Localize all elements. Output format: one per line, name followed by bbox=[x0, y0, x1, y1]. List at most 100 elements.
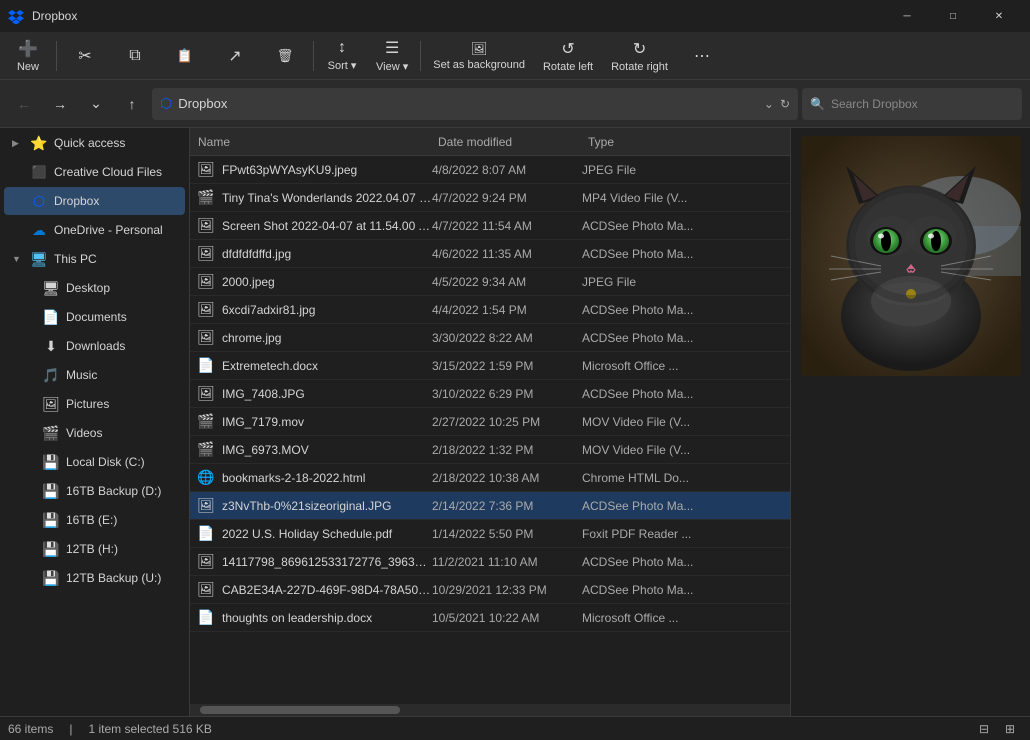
search-box[interactable]: 🔍 Search Dropbox bbox=[802, 88, 1022, 120]
forward-button[interactable]: → bbox=[44, 88, 76, 120]
sort-button[interactable]: ↕ Sort ▾ bbox=[318, 34, 366, 78]
horizontal-scrollbar[interactable] bbox=[190, 704, 790, 716]
table-row[interactable]: 🖼 dfdfdfdffd.jpg 4/6/2022 11:35 AM ACDSe… bbox=[190, 240, 790, 268]
table-row[interactable]: 🎬 Tiny Tina's Wonderlands 2022.04.07 - 2… bbox=[190, 184, 790, 212]
file-icon: 🖼 bbox=[190, 581, 222, 598]
col-header-type[interactable]: Type bbox=[580, 128, 790, 155]
col-date-label: Date modified bbox=[438, 135, 512, 149]
expand-button[interactable]: ⌄ bbox=[80, 88, 112, 120]
table-row[interactable]: 🖼 FPwt63pWYAsyKU9.jpeg 4/8/2022 8:07 AM … bbox=[190, 156, 790, 184]
details-view-button[interactable]: ⊟ bbox=[972, 719, 996, 739]
scrollbar-thumb[interactable] bbox=[200, 706, 400, 714]
table-row[interactable]: 🖼 14117798_869612533172776_39635049254..… bbox=[190, 548, 790, 576]
rotate-left-button[interactable]: ↺ Rotate left bbox=[535, 34, 601, 78]
rotright-label: Rotate right bbox=[611, 61, 668, 73]
sidebar-label-desktop: Desktop bbox=[66, 281, 177, 295]
file-name: Tiny Tina's Wonderlands 2022.04.07 - 21.… bbox=[222, 191, 432, 205]
share-button[interactable]: ↗ bbox=[211, 34, 259, 78]
sidebar-item-downloads[interactable]: ⬇ Downloads bbox=[4, 332, 185, 360]
cut-button[interactable]: ✂ bbox=[61, 34, 109, 78]
sidebar-item-music[interactable]: 🎵 Music bbox=[4, 361, 185, 389]
file-name: IMG_6973.MOV bbox=[222, 443, 432, 457]
sidebar-item-backup-d[interactable]: 💾 16TB Backup (D:) bbox=[4, 477, 185, 505]
sidebar-label-pictures: Pictures bbox=[66, 397, 177, 411]
sidebar-item-onedrive[interactable]: ☁ OneDrive - Personal bbox=[4, 216, 185, 244]
view-button[interactable]: ☰ View ▾ bbox=[368, 34, 416, 78]
table-row[interactable]: 🖼 IMG_7408.JPG 3/10/2022 6:29 PM ACDSee … bbox=[190, 380, 790, 408]
file-list: 🖼 FPwt63pWYAsyKU9.jpeg 4/8/2022 8:07 AM … bbox=[190, 156, 790, 704]
table-row[interactable]: 📄 Extremetech.docx 3/15/2022 1:59 PM Mic… bbox=[190, 352, 790, 380]
sidebar-item-local-disk-c[interactable]: 💾 Local Disk (C:) bbox=[4, 448, 185, 476]
file-date: 2/14/2022 7:36 PM bbox=[432, 499, 582, 513]
minimize-button[interactable]: ─ bbox=[884, 0, 930, 32]
delete-button[interactable]: 🗑 bbox=[261, 34, 309, 78]
file-type: ACDSee Photo Ma... bbox=[582, 303, 790, 317]
file-date: 10/29/2021 12:33 PM bbox=[432, 583, 582, 597]
sidebar-item-desktop[interactable]: 🖥 Desktop bbox=[4, 274, 185, 302]
preview-image bbox=[801, 136, 1021, 376]
disk-c-icon: 💾 bbox=[42, 454, 60, 471]
set-background-button[interactable]: 🖼 Set as background bbox=[425, 34, 533, 78]
sidebar-label-backup-d: 16TB Backup (D:) bbox=[66, 484, 177, 498]
up-button[interactable]: ↑ bbox=[116, 88, 148, 120]
back-button[interactable]: ← bbox=[8, 88, 40, 120]
copy-button[interactable]: ⧉ bbox=[111, 34, 159, 78]
file-date: 2/18/2022 1:32 PM bbox=[432, 443, 582, 457]
sidebar-item-videos[interactable]: 🎬 Videos bbox=[4, 419, 185, 447]
table-row[interactable]: 🖼 2000.jpeg 4/5/2022 9:34 AM JPEG File bbox=[190, 268, 790, 296]
dropbox-icon: ⬡ bbox=[30, 193, 48, 210]
toolbar-sep-3 bbox=[420, 41, 421, 71]
file-icon: 🖼 bbox=[190, 553, 222, 570]
table-row[interactable]: 🖼 z3NvThb-0%21sizeoriginal.JPG 2/14/2022… bbox=[190, 492, 790, 520]
sidebar-item-creative-cloud[interactable]: ⬛ Creative Cloud Files bbox=[4, 158, 185, 186]
file-type: MP4 Video File (V... bbox=[582, 191, 790, 205]
grid-view-button[interactable]: ⊞ bbox=[998, 719, 1022, 739]
share-icon: ↗ bbox=[228, 46, 241, 66]
sidebar-item-quick-access[interactable]: ▶ ⭐ Quick access bbox=[4, 129, 185, 157]
new-button[interactable]: ➕ New bbox=[4, 34, 52, 78]
table-row[interactable]: 🎬 IMG_7179.mov 2/27/2022 10:25 PM MOV Vi… bbox=[190, 408, 790, 436]
file-type: JPEG File bbox=[582, 275, 790, 289]
table-row[interactable]: 🖼 6xcdi7adxir81.jpg 4/4/2022 1:54 PM ACD… bbox=[190, 296, 790, 324]
rotate-right-button[interactable]: ↻ Rotate right bbox=[603, 34, 676, 78]
table-row[interactable]: 🖼 chrome.jpg 3/30/2022 8:22 AM ACDSee Ph… bbox=[190, 324, 790, 352]
file-name: z3NvThb-0%21sizeoriginal.JPG bbox=[222, 499, 432, 513]
sidebar-item-drive-h[interactable]: 💾 12TB (H:) bbox=[4, 535, 185, 563]
sidebar-item-pictures[interactable]: 🖼 Pictures bbox=[4, 390, 185, 418]
file-date: 10/5/2021 10:22 AM bbox=[432, 611, 582, 625]
sidebar-item-this-pc[interactable]: ▼ 🖥 This PC bbox=[4, 245, 185, 273]
table-row[interactable]: 🌐 bookmarks-2-18-2022.html 2/18/2022 10:… bbox=[190, 464, 790, 492]
table-row[interactable]: 🖼 Screen Shot 2022-04-07 at 11.54.00 AM.… bbox=[190, 212, 790, 240]
file-type: Microsoft Office ... bbox=[582, 611, 790, 625]
col-header-date[interactable]: Date modified bbox=[430, 128, 580, 155]
table-row[interactable]: 📄 thoughts on leadership.docx 10/5/2021 … bbox=[190, 604, 790, 632]
file-icon: 📄 bbox=[190, 357, 222, 374]
music-icon: 🎵 bbox=[42, 367, 60, 384]
file-name: thoughts on leadership.docx bbox=[222, 611, 432, 625]
disk-h-icon: 💾 bbox=[42, 541, 60, 558]
table-row[interactable]: 📄 2022 U.S. Holiday Schedule.pdf 1/14/20… bbox=[190, 520, 790, 548]
sort-label: Sort ▾ bbox=[328, 59, 357, 72]
setbg-label: Set as background bbox=[433, 59, 525, 71]
sidebar-item-backup-u[interactable]: 💾 12TB Backup (U:) bbox=[4, 564, 185, 592]
paste-button[interactable]: 📋 bbox=[161, 34, 209, 78]
close-button[interactable]: ✕ bbox=[976, 0, 1022, 32]
address-chevron-icon[interactable]: ⌄ bbox=[764, 97, 774, 111]
address-input[interactable]: ⬡ Dropbox ⌄ ↻ bbox=[152, 88, 798, 120]
sidebar-item-documents[interactable]: 📄 Documents bbox=[4, 303, 185, 331]
file-icon: 🖼 bbox=[190, 245, 222, 262]
item-count: 66 items bbox=[8, 722, 53, 736]
sidebar-item-dropbox[interactable]: ⬡ Dropbox bbox=[4, 187, 185, 215]
sidebar-item-drive-e[interactable]: 💾 16TB (E:) bbox=[4, 506, 185, 534]
table-row[interactable]: 🖼 CAB2E34A-227D-469F-98D4-78A50D909E... … bbox=[190, 576, 790, 604]
table-row[interactable]: 🎬 IMG_6973.MOV 2/18/2022 1:32 PM MOV Vid… bbox=[190, 436, 790, 464]
file-date: 3/30/2022 8:22 AM bbox=[432, 331, 582, 345]
paste-icon: 📋 bbox=[177, 48, 193, 64]
maximize-button[interactable]: □ bbox=[930, 0, 976, 32]
sidebar: ▶ ⭐ Quick access ⬛ Creative Cloud Files … bbox=[0, 128, 190, 716]
refresh-icon[interactable]: ↻ bbox=[780, 97, 790, 111]
col-header-name[interactable]: Name bbox=[190, 128, 430, 155]
file-name: bookmarks-2-18-2022.html bbox=[222, 471, 432, 485]
more-button[interactable]: ⋯ bbox=[678, 34, 726, 78]
sidebar-label-videos: Videos bbox=[66, 426, 177, 440]
